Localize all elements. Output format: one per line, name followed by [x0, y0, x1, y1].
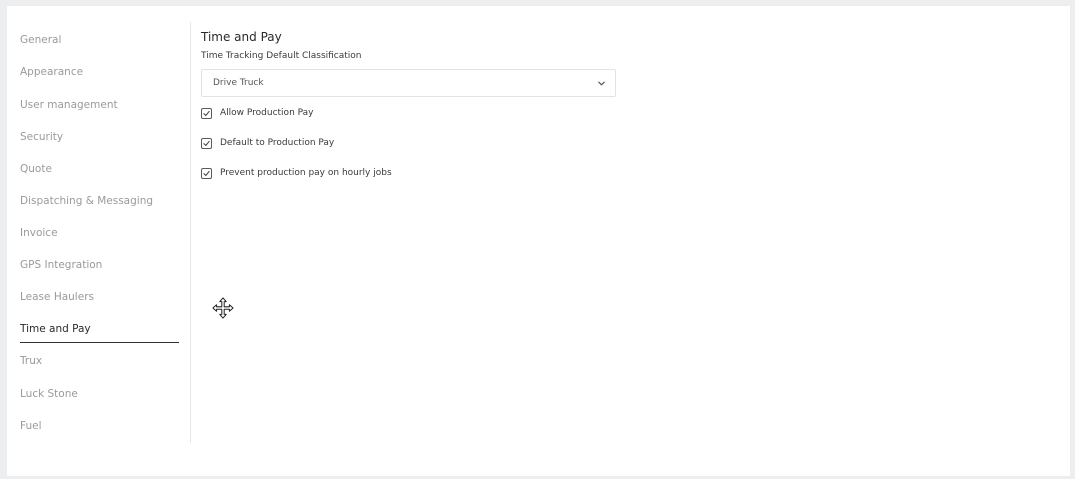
prevent-production-pay-label: Prevent production pay on hourly jobs [220, 168, 392, 178]
move-cursor-icon [212, 297, 234, 319]
sidebar-item-luck-stone[interactable]: Luck Stone [20, 381, 179, 407]
default-production-pay-checkbox[interactable] [201, 137, 212, 149]
allow-production-pay-checkbox[interactable] [201, 107, 212, 119]
prevent-production-pay-checkbox[interactable] [201, 167, 212, 179]
settings-sidebar: General Appearance User management Secur… [7, 22, 191, 443]
sidebar-item-time-and-pay[interactable]: Time and Pay [20, 316, 179, 343]
page-title: Time and Pay [201, 30, 282, 44]
sidebar-item-quote[interactable]: Quote [20, 156, 179, 182]
settings-panel: General Appearance User management Secur… [7, 6, 1070, 476]
sidebar-item-security[interactable]: Security [20, 124, 179, 150]
prevent-production-pay-option[interactable]: Prevent production pay on hourly jobs [201, 166, 392, 180]
sidebar-item-fuel[interactable]: Fuel [20, 413, 179, 439]
chevron-down-icon [598, 81, 605, 86]
sidebar-item-dispatching-messaging[interactable]: Dispatching & Messaging [20, 188, 179, 214]
classification-select[interactable]: Drive Truck [201, 69, 616, 97]
allow-production-pay-label: Allow Production Pay [220, 108, 314, 118]
sidebar-item-gps-integration[interactable]: GPS Integration [20, 252, 179, 278]
allow-production-pay-option[interactable]: Allow Production Pay [201, 106, 314, 120]
sidebar-item-user-management[interactable]: User management [20, 92, 179, 118]
default-production-pay-label: Default to Production Pay [220, 138, 335, 148]
checkmark-icon [203, 110, 210, 116]
classification-label: Time Tracking Default Classification [201, 51, 362, 61]
checkmark-icon [203, 140, 210, 146]
checkmark-icon [203, 170, 210, 176]
sidebar-item-invoice[interactable]: Invoice [20, 220, 179, 246]
sidebar-item-appearance[interactable]: Appearance [20, 59, 179, 85]
sidebar-item-trux[interactable]: Trux [20, 348, 179, 374]
sidebar-item-lease-haulers[interactable]: Lease Haulers [20, 284, 179, 310]
classification-select-value: Drive Truck [213, 78, 264, 88]
default-production-pay-option[interactable]: Default to Production Pay [201, 136, 334, 150]
sidebar-item-general[interactable]: General [20, 27, 179, 53]
